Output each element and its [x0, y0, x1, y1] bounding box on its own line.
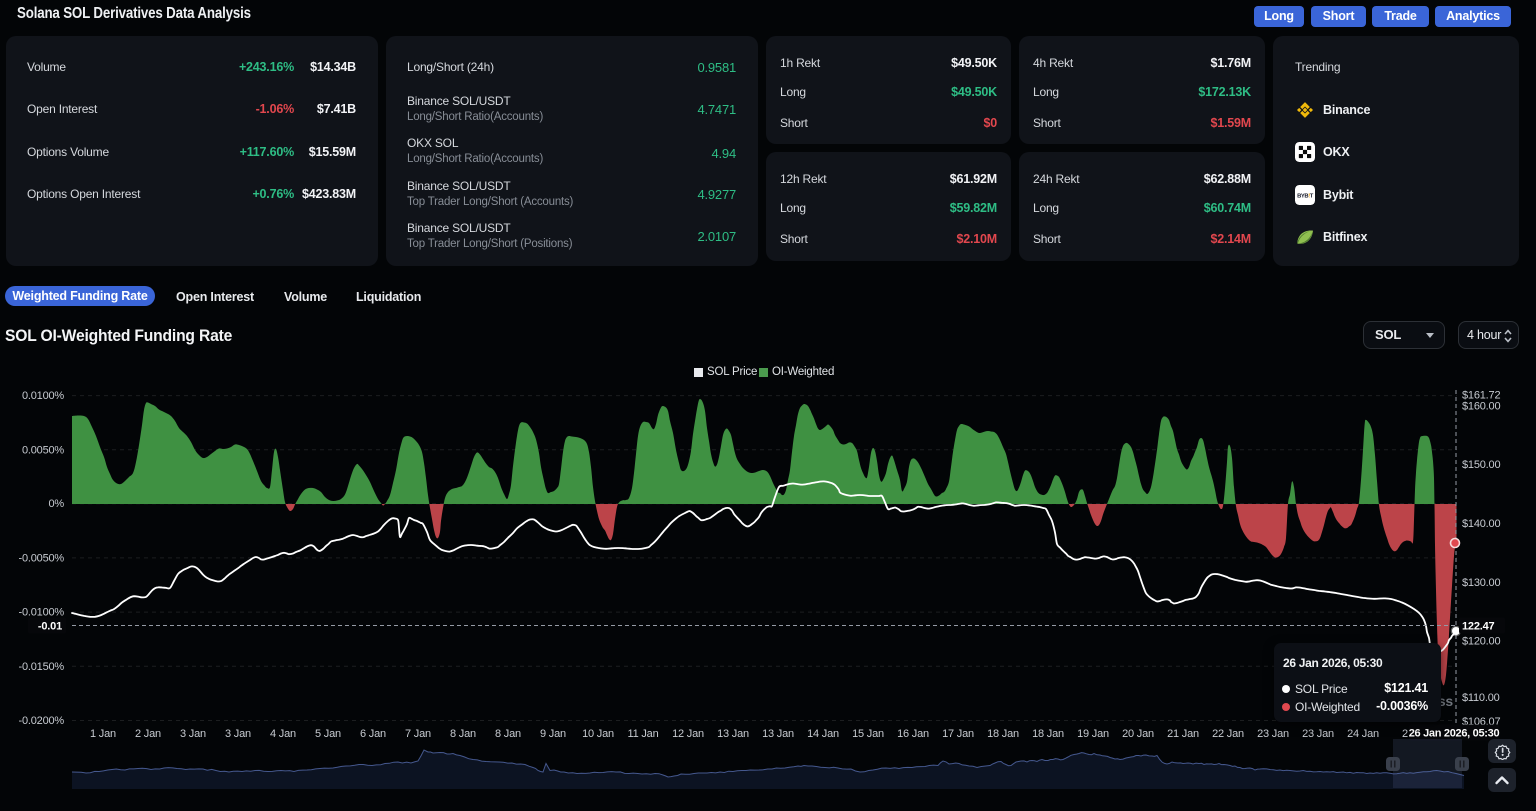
svg-text:10 Jan: 10 Jan: [582, 728, 614, 740]
svg-text:$150.00: $150.00: [1462, 459, 1500, 471]
svg-text:18 Jan: 18 Jan: [1032, 728, 1064, 740]
svg-text:2 Jan: 2 Jan: [135, 728, 161, 740]
svg-text:8 Jan: 8 Jan: [495, 728, 521, 740]
svg-text:20 Jan: 20 Jan: [1122, 728, 1154, 740]
svg-text:14 Jan: 14 Jan: [807, 728, 839, 740]
svg-text:12 Jan: 12 Jan: [672, 728, 704, 740]
svg-text:2: 2: [1402, 728, 1408, 740]
svg-text:23 Jan: 23 Jan: [1257, 728, 1289, 740]
svg-text:0.0100%: 0.0100%: [22, 390, 64, 402]
svg-text:-0.01: -0.01: [38, 621, 62, 633]
svg-text:$140.00: $140.00: [1462, 518, 1500, 530]
svg-text:1 Jan: 1 Jan: [90, 728, 116, 740]
svg-text:3 Jan: 3 Jan: [180, 728, 206, 740]
svg-text:122.47: 122.47: [1462, 621, 1495, 633]
svg-text:13 Jan: 13 Jan: [717, 728, 749, 740]
svg-text:0.0050%: 0.0050%: [22, 444, 64, 456]
svg-text:26 Jan 2026, 05:30: 26 Jan 2026, 05:30: [1409, 728, 1500, 740]
svg-text:13 Jan: 13 Jan: [762, 728, 794, 740]
svg-text:3 Jan: 3 Jan: [225, 728, 251, 740]
svg-text:7 Jan: 7 Jan: [405, 728, 431, 740]
svg-text:$110.00: $110.00: [1462, 692, 1500, 704]
svg-text:8 Jan: 8 Jan: [450, 728, 476, 740]
svg-text:-0.0100%: -0.0100%: [19, 607, 65, 619]
svg-text:16 Jan: 16 Jan: [897, 728, 929, 740]
svg-text:15 Jan: 15 Jan: [852, 728, 884, 740]
svg-text:9 Jan: 9 Jan: [540, 728, 566, 740]
svg-text:0%: 0%: [49, 498, 65, 510]
svg-text:-0.0050%: -0.0050%: [19, 552, 65, 564]
svg-text:$160.00: $160.00: [1462, 401, 1500, 413]
svg-text:24 Jan: 24 Jan: [1347, 728, 1379, 740]
svg-text:$120.00: $120.00: [1462, 635, 1500, 647]
svg-text:21 Jan: 21 Jan: [1167, 728, 1199, 740]
svg-text:18 Jan: 18 Jan: [987, 728, 1019, 740]
svg-text:6 Jan: 6 Jan: [360, 728, 386, 740]
svg-text:-0.0200%: -0.0200%: [19, 715, 65, 727]
svg-text:$130.00: $130.00: [1462, 577, 1500, 589]
svg-text:19 Jan: 19 Jan: [1077, 728, 1109, 740]
svg-text:4 Jan: 4 Jan: [270, 728, 296, 740]
svg-text:-0.0150%: -0.0150%: [19, 661, 65, 673]
svg-text:22 Jan: 22 Jan: [1212, 728, 1244, 740]
svg-text:5 Jan: 5 Jan: [315, 728, 341, 740]
svg-text:23 Jan: 23 Jan: [1302, 728, 1334, 740]
svg-text:17 Jan: 17 Jan: [942, 728, 974, 740]
svg-text:11 Jan: 11 Jan: [627, 728, 658, 740]
